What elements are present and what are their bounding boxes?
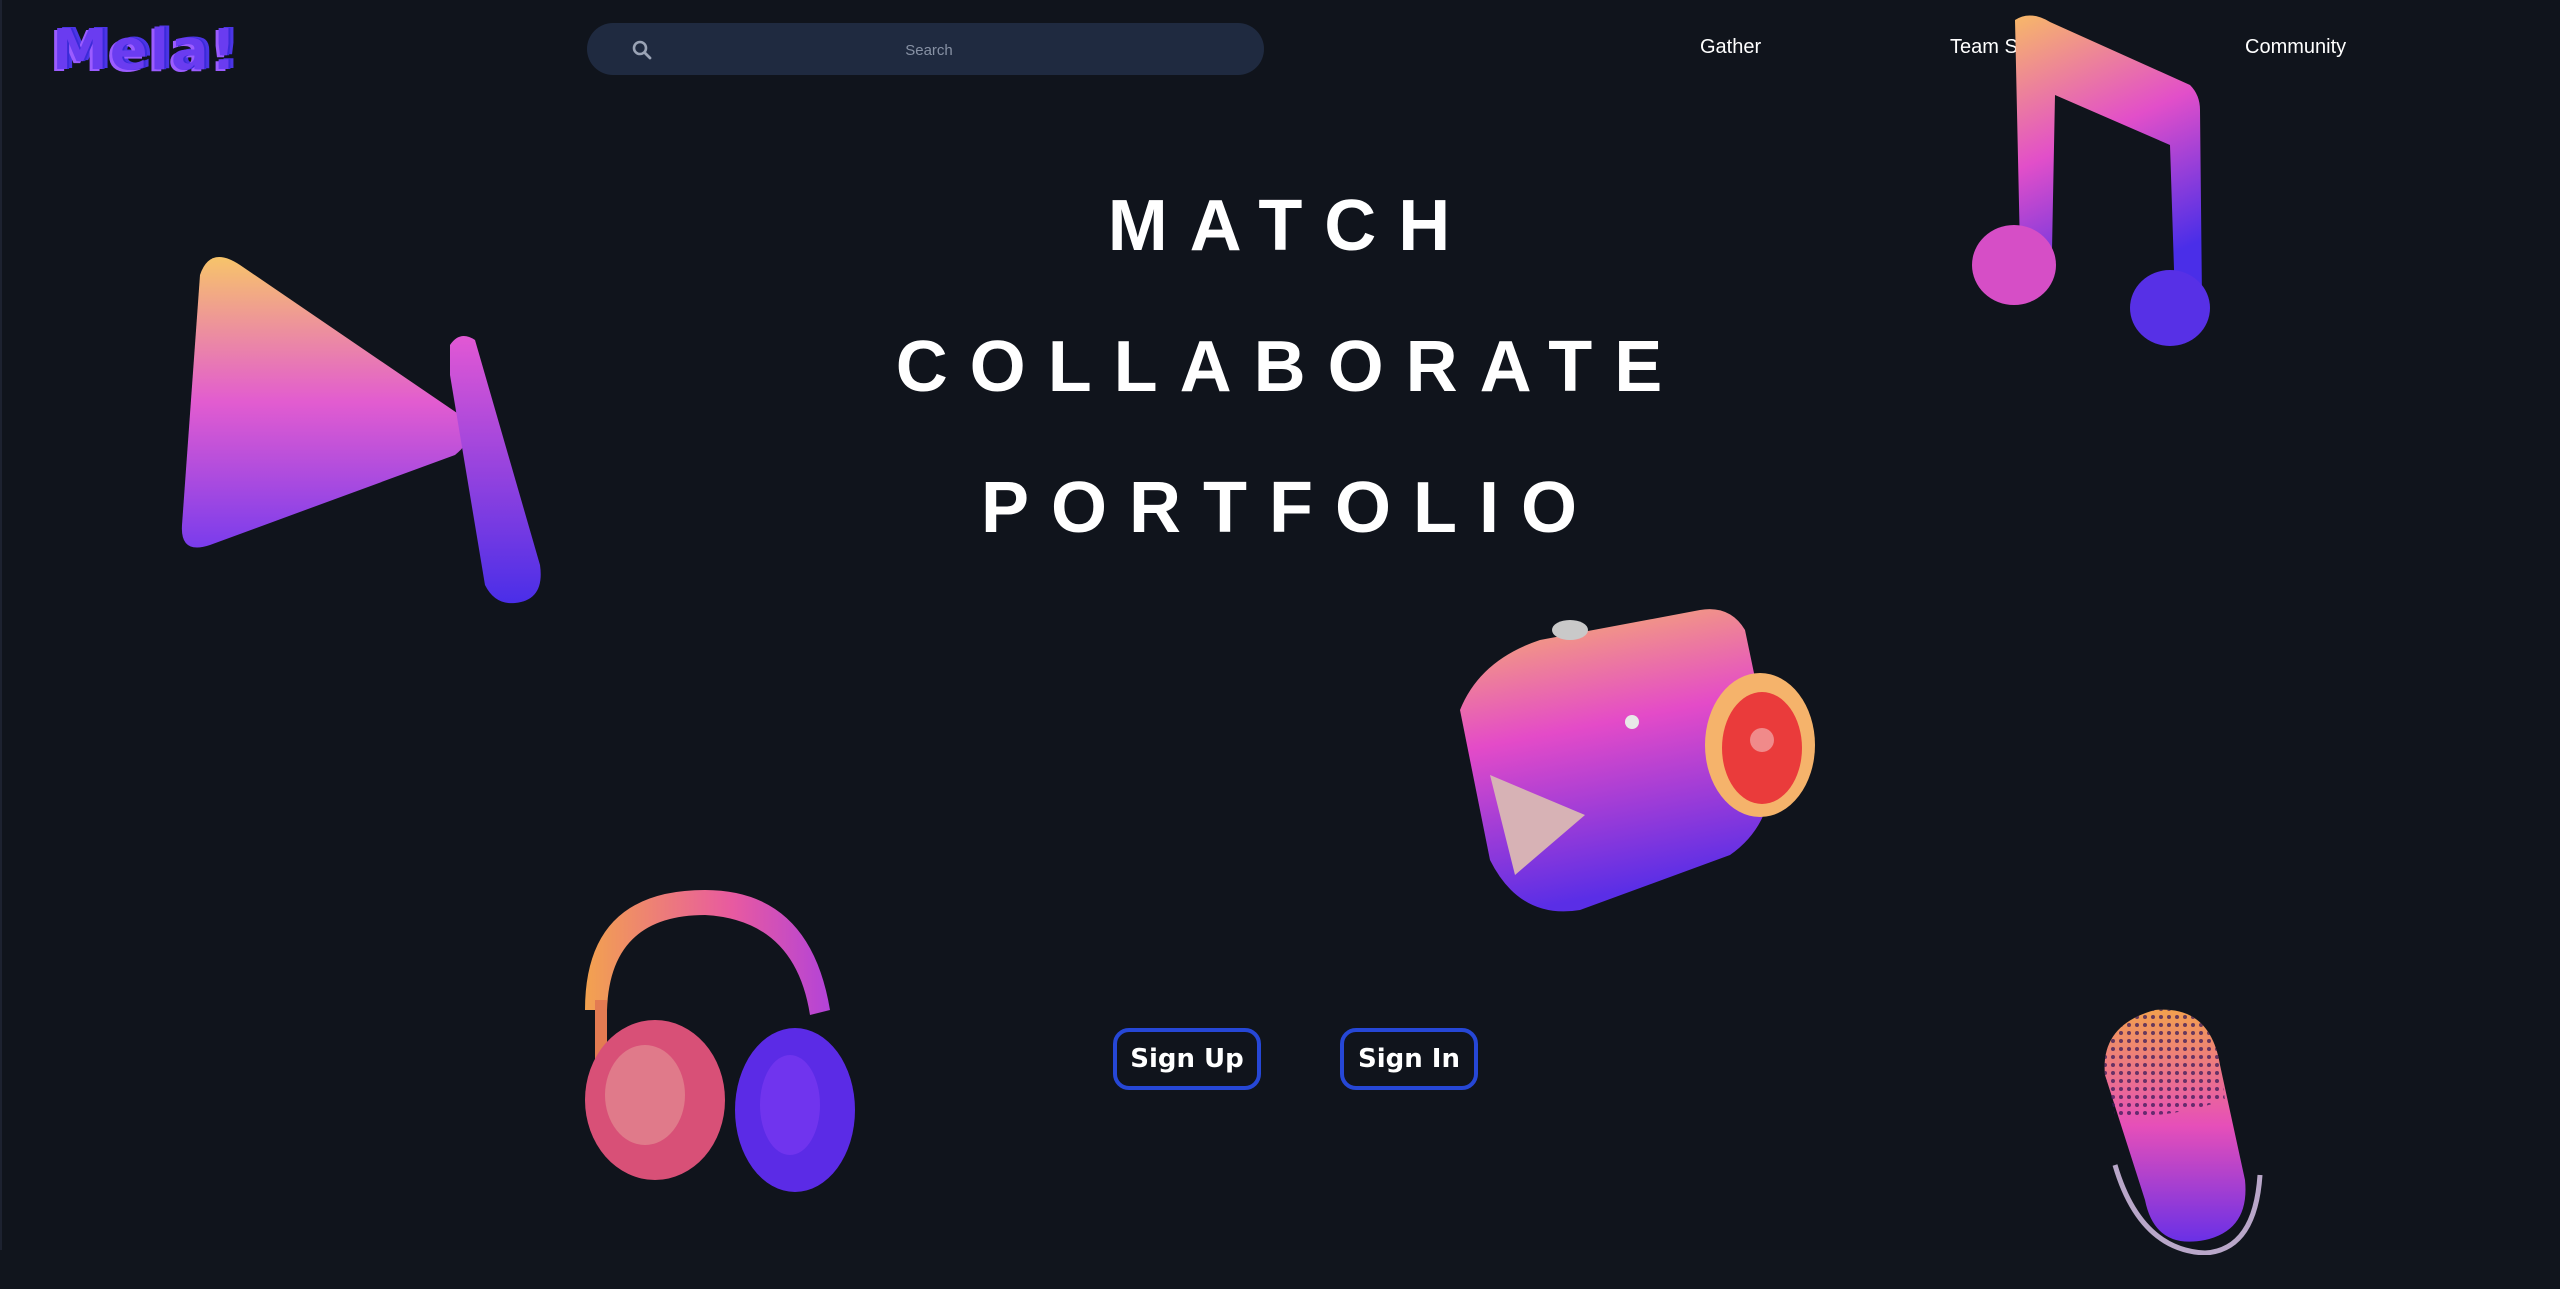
music-note-3d-icon — [1972, 15, 2210, 346]
sign-up-button[interactable]: Sign Up — [1113, 1028, 1261, 1090]
bottom-strip — [0, 1250, 2560, 1289]
sign-in-button[interactable]: Sign In — [1340, 1028, 1478, 1090]
nav-link-gather[interactable]: Gather — [1700, 36, 1761, 59]
search-icon — [632, 40, 652, 60]
video-camera-3d-icon — [1460, 609, 1815, 912]
nav-link-community[interactable]: Community — [2245, 36, 2346, 59]
headphones-3d-icon — [585, 890, 855, 1192]
microphone-3d-icon — [2104, 1009, 2263, 1255]
play-button-3d-icon — [181, 257, 541, 604]
search-input[interactable] — [667, 23, 1191, 77]
search-bar[interactable] — [587, 23, 1264, 77]
logo[interactable]: Mela! — [52, 18, 238, 83]
